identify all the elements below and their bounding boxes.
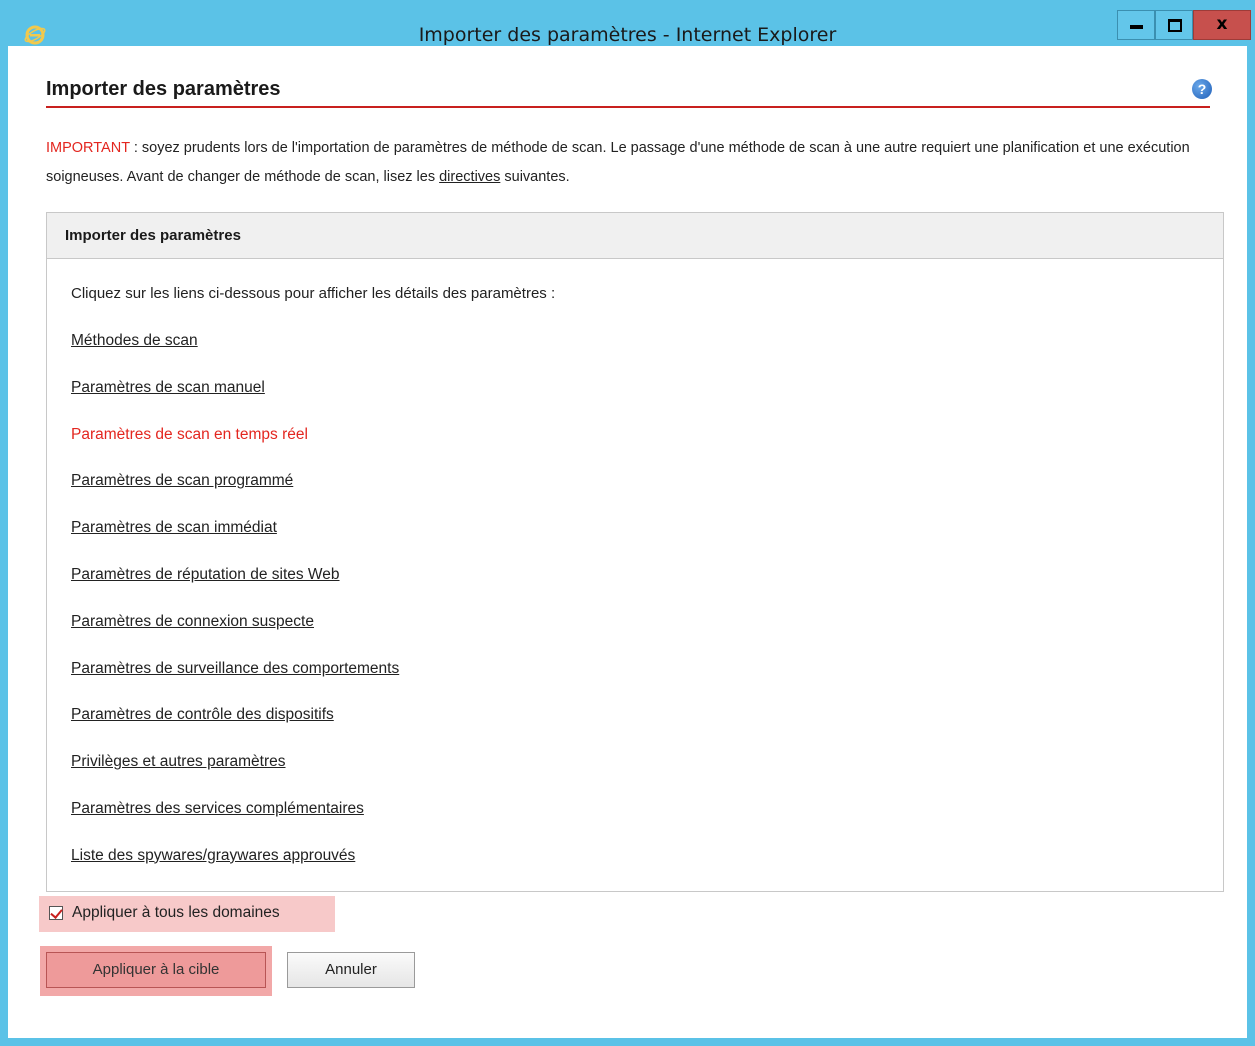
checkmark-icon [50, 906, 63, 919]
minimize-button[interactable] [1117, 10, 1155, 40]
window-title: Importer des paramètres - Internet Explo… [418, 24, 837, 46]
list-item: Paramètres de contrôle des dispositifs [71, 706, 399, 753]
link-scan-immediat[interactable]: Paramètres de scan immédiat [71, 519, 277, 536]
link-reputation-sites-web[interactable]: Paramètres de réputation de sites Web [71, 566, 340, 583]
apply-button-highlight: Appliquer à la cible [40, 946, 272, 996]
list-item: Liste des spywares/graywares approuvés [71, 847, 399, 894]
import-settings-panel: Importer des paramètres Cliquez sur les … [46, 212, 1224, 892]
panel-header: Importer des paramètres [47, 213, 1223, 259]
list-item: Paramètres de scan manuel [71, 379, 399, 426]
link-scan-temps-reel[interactable]: Paramètres de scan en temps réel [71, 426, 308, 443]
notice-text-part2: suivantes. [500, 169, 570, 185]
maximize-icon [1168, 19, 1182, 32]
settings-link-list: Méthodes de scan Paramètres de scan manu… [71, 332, 399, 894]
link-surveillance-comportements[interactable]: Paramètres de surveillance des comportem… [71, 660, 399, 677]
apply-all-domains-checkbox[interactable] [49, 906, 63, 920]
important-notice: IMPORTANT : soyez prudents lors de l'imp… [46, 134, 1216, 192]
list-item: Paramètres de scan programmé [71, 472, 399, 519]
help-icon[interactable]: ? [1192, 79, 1212, 99]
title-bar[interactable]: Importer des paramètres - Internet Explo… [0, 0, 1255, 46]
browser-window: Importer des paramètres - Internet Explo… [0, 0, 1255, 1046]
link-privileges[interactable]: Privilèges et autres paramètres [71, 753, 286, 770]
directives-link[interactable]: directives [439, 169, 500, 185]
notice-text-part1: : soyez prudents lors de l'importation d… [46, 140, 1190, 185]
minimize-icon [1130, 25, 1143, 29]
cancel-button[interactable]: Annuler [287, 952, 415, 988]
link-controle-dispositifs[interactable]: Paramètres de contrôle des dispositifs [71, 706, 334, 723]
list-item: Paramètres de scan immédiat [71, 519, 399, 566]
page-title: Importer des paramètres [46, 78, 281, 100]
dialog-content: Importer des paramètres ? IMPORTANT : so… [8, 46, 1247, 1038]
list-item: Paramètres de réputation de sites Web [71, 566, 399, 613]
list-item: Paramètres de scan en temps réel [71, 426, 399, 473]
page-header: Importer des paramètres ? [46, 76, 1212, 108]
list-item: Paramètres de connexion suspecte [71, 613, 399, 660]
link-connexion-suspecte[interactable]: Paramètres de connexion suspecte [71, 613, 314, 630]
panel-intro: Cliquez sur les liens ci-dessous pour af… [71, 285, 556, 302]
close-icon: x [1216, 14, 1228, 34]
maximize-button[interactable] [1155, 10, 1193, 40]
apply-all-domains-option[interactable]: Appliquer à tous les domaines [39, 896, 335, 932]
list-item: Privilèges et autres paramètres [71, 753, 399, 800]
apply-to-target-button[interactable]: Appliquer à la cible [46, 952, 266, 988]
link-spywares-graywares[interactable]: Liste des spywares/graywares approuvés [71, 847, 355, 864]
list-item: Paramètres des services complémentaires [71, 800, 399, 847]
link-scan-programme[interactable]: Paramètres de scan programmé [71, 472, 293, 489]
link-services-complementaires[interactable]: Paramètres des services complémentaires [71, 800, 364, 817]
apply-all-domains-label[interactable]: Appliquer à tous les domaines [72, 904, 280, 922]
window-controls: x [1117, 10, 1251, 40]
important-label: IMPORTANT [46, 140, 130, 156]
list-item: Paramètres de surveillance des comportem… [71, 660, 399, 707]
close-button[interactable]: x [1193, 10, 1251, 40]
list-item: Méthodes de scan [71, 332, 399, 379]
link-scan-manuel[interactable]: Paramètres de scan manuel [71, 379, 265, 396]
link-methodes-de-scan[interactable]: Méthodes de scan [71, 332, 198, 349]
